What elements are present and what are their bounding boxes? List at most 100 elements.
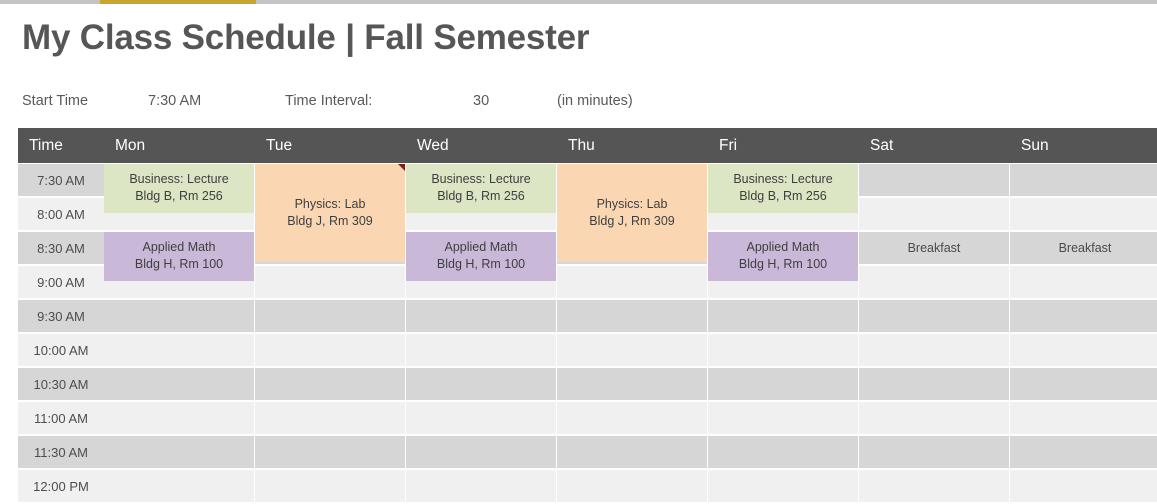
- column-header-thu: Thu: [568, 136, 595, 154]
- schedule-cell[interactable]: [859, 436, 1009, 468]
- schedule-cell[interactable]: [1010, 300, 1157, 332]
- schedule-cell[interactable]: [104, 368, 254, 400]
- schedule-row: 10:30 AM: [18, 367, 1157, 401]
- column-header-tue: Tue: [266, 136, 293, 154]
- schedule-cell[interactable]: [255, 334, 405, 366]
- event-location: Bldg H, Rm 100: [738, 257, 828, 272]
- event-block[interactable]: Applied Math Bldg H, Rm 100: [104, 231, 254, 281]
- schedule-row: 10:00 AM: [18, 333, 1157, 367]
- schedule-cell[interactable]: [859, 198, 1009, 230]
- event-location: Bldg H, Rm 100: [134, 257, 224, 272]
- comment-marker-icon[interactable]: [398, 163, 405, 171]
- schedule-cell[interactable]: [557, 402, 707, 434]
- schedule-cell[interactable]: [859, 164, 1009, 196]
- schedule-cell[interactable]: [406, 402, 556, 434]
- schedule-cell[interactable]: [557, 436, 707, 468]
- schedule-cell[interactable]: Breakfast: [859, 232, 1009, 264]
- schedule-cell[interactable]: [1010, 266, 1157, 298]
- time-label: 10:30 AM: [18, 368, 104, 400]
- event-location: Bldg J, Rm 309: [589, 213, 675, 228]
- start-time-label: Start Time: [22, 93, 89, 109]
- schedule-row: 9:30 AM: [18, 299, 1157, 333]
- schedule-cell[interactable]: [708, 300, 858, 332]
- time-label: 12:00 PM: [18, 470, 104, 502]
- schedule-cell[interactable]: [859, 368, 1009, 400]
- event-title: Physics: Lab: [596, 196, 668, 211]
- column-header-wed: Wed: [417, 136, 449, 154]
- schedule-cell[interactable]: [255, 368, 405, 400]
- time-label: 8:00 AM: [18, 198, 104, 230]
- schedule-cell[interactable]: [859, 402, 1009, 434]
- schedule-cell[interactable]: [708, 334, 858, 366]
- schedule-cell[interactable]: [708, 402, 858, 434]
- schedule-cell[interactable]: [406, 368, 556, 400]
- schedule-cell[interactable]: [1010, 436, 1157, 468]
- time-interval-value[interactable]: 30: [473, 93, 489, 109]
- time-label: 11:00 AM: [18, 402, 104, 434]
- schedule-cell[interactable]: [708, 436, 858, 468]
- column-header-sat: Sat: [870, 136, 894, 154]
- event-block[interactable]: Business: Lecture Bldg B, Rm 256: [708, 163, 858, 213]
- schedule-cell[interactable]: [1010, 470, 1157, 502]
- event-title: Business: Lecture: [733, 172, 833, 187]
- schedule-cell[interactable]: [255, 300, 405, 332]
- event-block[interactable]: Physics: Lab Bldg J, Rm 309: [557, 163, 707, 263]
- event-location: Bldg B, Rm 256: [437, 189, 525, 204]
- schedule-cell[interactable]: [255, 470, 405, 502]
- active-tab-accent: [100, 0, 256, 4]
- time-label: 9:30 AM: [18, 300, 104, 332]
- schedule-cell[interactable]: [104, 334, 254, 366]
- page-title: My Class Schedule | Fall Semester: [22, 18, 590, 57]
- schedule-cell[interactable]: [104, 436, 254, 468]
- schedule-cell[interactable]: [406, 300, 556, 332]
- schedule-cell[interactable]: [104, 300, 254, 332]
- schedule-cell[interactable]: [406, 436, 556, 468]
- schedule-row: 11:00 AM: [18, 401, 1157, 435]
- schedule-cell[interactable]: [557, 334, 707, 366]
- event-block[interactable]: Applied Math Bldg H, Rm 100: [406, 231, 556, 281]
- schedule-cell[interactable]: [1010, 368, 1157, 400]
- schedule-cell[interactable]: [104, 470, 254, 502]
- event-title: Business: Lecture: [431, 172, 531, 187]
- schedule-cell[interactable]: [708, 368, 858, 400]
- schedule-cell[interactable]: [859, 300, 1009, 332]
- schedule-cell[interactable]: [557, 300, 707, 332]
- schedule-row: 11:30 AM: [18, 435, 1157, 469]
- event-block[interactable]: Applied Math Bldg H, Rm 100: [708, 231, 858, 281]
- schedule-cell[interactable]: [708, 470, 858, 502]
- window-top-strip: [0, 0, 1157, 4]
- event-block[interactable]: Business: Lecture Bldg B, Rm 256: [104, 163, 254, 213]
- schedule-cell[interactable]: [104, 402, 254, 434]
- schedule-cell[interactable]: [255, 436, 405, 468]
- schedule-cell[interactable]: [1010, 402, 1157, 434]
- schedule-cell[interactable]: [859, 470, 1009, 502]
- schedule-cell[interactable]: [1010, 334, 1157, 366]
- column-header-mon: Mon: [115, 136, 146, 154]
- schedule-row: 12:00 PM: [18, 469, 1157, 503]
- schedule-cell[interactable]: [859, 334, 1009, 366]
- schedule-cell[interactable]: [1010, 164, 1157, 196]
- column-header-time: Time: [29, 136, 63, 154]
- schedule-cell[interactable]: [557, 368, 707, 400]
- schedule-cell[interactable]: Breakfast: [1010, 232, 1157, 264]
- schedule-cell[interactable]: [255, 266, 405, 298]
- event-title: Applied Math: [142, 240, 216, 255]
- schedule-cell[interactable]: [255, 402, 405, 434]
- schedule-cell[interactable]: [557, 266, 707, 298]
- schedule-cell[interactable]: [1010, 198, 1157, 230]
- schedule-cell[interactable]: [406, 470, 556, 502]
- event-location: Bldg J, Rm 309: [287, 213, 373, 228]
- event-block[interactable]: Physics: Lab Bldg J, Rm 309: [255, 163, 405, 263]
- schedule-grid: Time Mon Tue Wed Thu Fri Sat Sun 7:30 AM Breakfa…: [18, 128, 1157, 503]
- cell-entry-label: Breakfast: [1058, 241, 1112, 255]
- schedule-cell[interactable]: [557, 470, 707, 502]
- time-label: 11:30 AM: [18, 436, 104, 468]
- event-block[interactable]: Business: Lecture Bldg B, Rm 256: [406, 163, 556, 213]
- schedule-cell[interactable]: [406, 334, 556, 366]
- time-interval-label: Time Interval:: [285, 93, 373, 109]
- event-title: Applied Math: [746, 240, 820, 255]
- schedule-cell[interactable]: [859, 266, 1009, 298]
- start-time-value[interactable]: 7:30 AM: [148, 93, 201, 109]
- event-title: Business: Lecture: [129, 172, 229, 187]
- time-interval-units: (in minutes): [557, 93, 633, 109]
